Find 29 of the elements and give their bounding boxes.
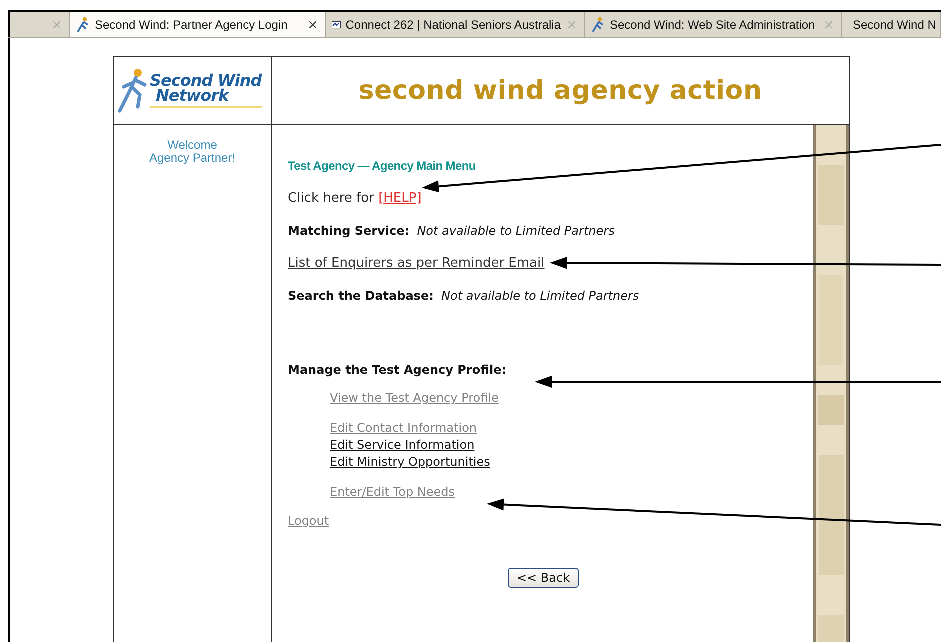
browser-tab[interactable]: Second Wind N [842,12,941,37]
status-text: Matching Service: Not available to Limited Partners [288,224,615,238]
runner-icon [591,16,605,32]
help-link[interactable]: [HELP] [378,191,422,206]
status-text: Search the Database: Not available to Limited Partners [288,289,640,303]
welcome-text: Agency Partner! [149,152,236,165]
close-icon[interactable] [307,18,319,30]
logo-text: Network [156,88,230,103]
enquirers-link[interactable]: List of Enquirers as per Reminder Email [288,256,545,271]
browser-tab[interactable]: Second Wind: Partner Agency Login [70,12,326,37]
section-heading: Manage the Test Agency Profile: [288,363,507,377]
welcome-text: Welcome [168,139,218,152]
profile-link[interactable]: View the Test Agency Profile [330,390,499,407]
profile-link[interactable]: Edit Service Information [330,437,475,454]
browser-tab[interactable]: Connect 262 | National Seniors Australia [326,12,585,37]
help-text: Click here for [HELP] [288,191,422,206]
logout-link[interactable]: Logout [288,513,330,530]
runner-icon [76,16,90,32]
profile-link[interactable]: Edit Ministry Opportunities [330,454,490,471]
profile-link[interactable]: Edit Contact Information [330,420,478,437]
browser-tab[interactable]: Second Wind: Web Site Administration [585,12,842,37]
runner-logo-icon [118,66,148,114]
site-title: second wind agency action [358,76,762,106]
menu-heading: Test Agency — Agency Main Menu [288,159,476,173]
back-button[interactable]: << Back [508,568,580,588]
logo-text: Second Wind [150,73,262,88]
browser-tab[interactable] [10,12,70,37]
logo-icon [332,18,341,30]
profile-link[interactable]: Enter/Edit Top Needs [330,484,455,501]
